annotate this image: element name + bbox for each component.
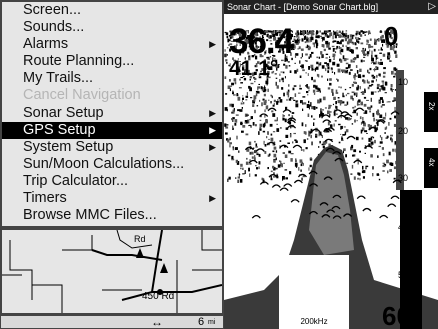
depth-scale-bottom: 60 [382,301,411,329]
frequency-label: 200kHz [300,317,328,326]
menu-item-my-trails[interactable]: My Trails... [2,70,222,87]
depth-tick: 20 [398,126,409,136]
submenu-arrow-icon: ▶ [209,141,216,152]
depth-tick: 30 [398,173,409,183]
zoom-2x-bar[interactable]: 2x [424,92,438,132]
menu-item-label: Trip Calculator... [23,172,129,189]
road-label: 450 Rd [142,291,175,302]
depth-tick: 10 [398,77,409,87]
depth-unit: ft [288,42,295,53]
menu-item-trip-calculator[interactable]: Trip Calculator... [2,173,222,190]
depth-readout: 36.4 [229,22,294,61]
expand-arrow-icon[interactable]: ▷ [428,0,436,14]
menu-item-label: System Setup [23,138,114,155]
submenu-arrow-icon: ▶ [209,39,216,50]
depth-tick: 40 [398,222,409,232]
menu-item-label: Route Planning... [23,53,135,70]
menu-item-alarms[interactable]: Alarms ▶ [2,36,222,53]
menu-item-label: Sonar Setup [23,104,104,121]
zoom-unit: mi [208,319,216,326]
submenu-arrow-icon: ▶ [209,107,216,118]
menu-item-label: Screen... [23,2,82,18]
zoom-4x-bar[interactable]: 4x [424,148,438,188]
status-bar: ↔ 6 mi [0,315,224,329]
map-pane[interactable]: Rd 450 Rd [0,228,224,315]
menu-item-sounds[interactable]: Sounds... [2,19,222,36]
menu-item-label: Alarms [23,36,69,53]
depth-tick: 50 [398,270,409,280]
map-roads: Rd [2,230,222,313]
depth-scale-top: 0 [384,21,399,51]
sonar-title-bar: Sonar Chart - [Demo Sonar Chart.blg] ▷ [224,0,438,14]
menu-item-cancel-navigation: Cancel Navigation [2,87,222,104]
device-screen: Screen... Sounds... Alarms ▶ Route Planning.… [0,0,438,329]
temperature-readout: 41.1° [229,57,279,80]
road-label-top: Rd [134,234,146,244]
frequency-box: 200kHz [279,255,349,329]
menu-item-label: Sun/Moon Calculations... [23,155,185,172]
menu-item-label: Sounds... [23,19,85,36]
menu-item-browse-mmc-files[interactable]: Browse MMC Files... [2,207,222,224]
menu-item-label: Timers [23,190,67,207]
zoom-range-icon: ↔ [151,315,163,329]
menu-item-system-setup[interactable]: System Setup ▶ [2,139,222,156]
menu-item-label: My Trails... [23,70,94,87]
menu-item-label: GPS Setup [23,121,96,138]
main-menu: Screen... Sounds... Alarms ▶ Route Planning.… [0,0,224,228]
sonar-title: Sonar Chart - [Demo Sonar Chart.blg] [227,2,379,12]
menu-item-route-planning[interactable]: Route Planning... [2,53,222,70]
menu-item-timers[interactable]: Timers ▶ [2,190,222,207]
zoom-value: 6 [198,316,205,328]
menu-item-screen[interactable]: Screen... [2,2,222,19]
submenu-arrow-icon: ▶ [209,124,216,135]
submenu-arrow-icon: ▶ [209,193,216,204]
menu-item-gps-setup[interactable]: GPS Setup ▶ [2,121,222,139]
menu-item-sonar-setup[interactable]: Sonar Setup ▶ [2,105,222,122]
menu-item-sun-moon-calculations[interactable]: Sun/Moon Calculations... [2,156,222,173]
sonar-chart[interactable]: Sonar Chart - [Demo Sonar Chart.blg] ▷ 3… [224,0,438,329]
menu-item-label: Browse MMC Files... [23,207,157,224]
menu-item-label: Cancel Navigation [23,87,141,104]
